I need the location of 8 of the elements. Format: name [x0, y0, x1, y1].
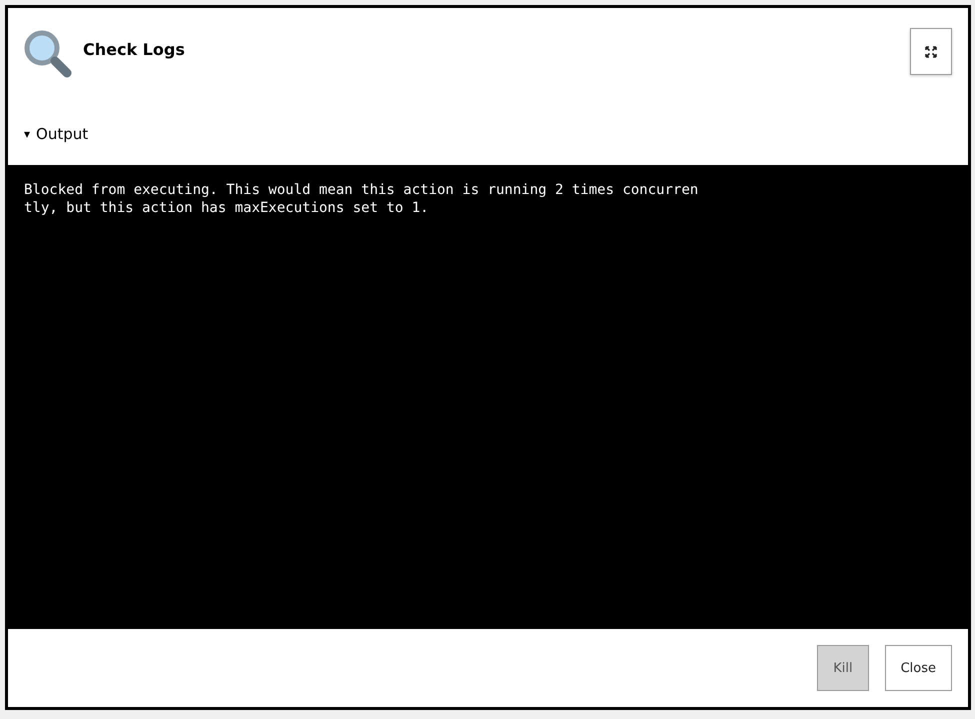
expand-arrows-icon — [925, 46, 937, 58]
search-icon — [24, 30, 74, 80]
fullscreen-button[interactable] — [910, 28, 952, 75]
dialog-title: Check Logs — [83, 40, 186, 59]
close-button[interactable]: Close — [884, 645, 952, 691]
output-toggle[interactable]: ▾ Output — [8, 103, 104, 165]
output-line: tly, but this action has maxExecutions set to 1. — [24, 199, 430, 217]
output-line: Blocked from executing. This would mean this action is running 2 times concurren — [24, 181, 700, 199]
